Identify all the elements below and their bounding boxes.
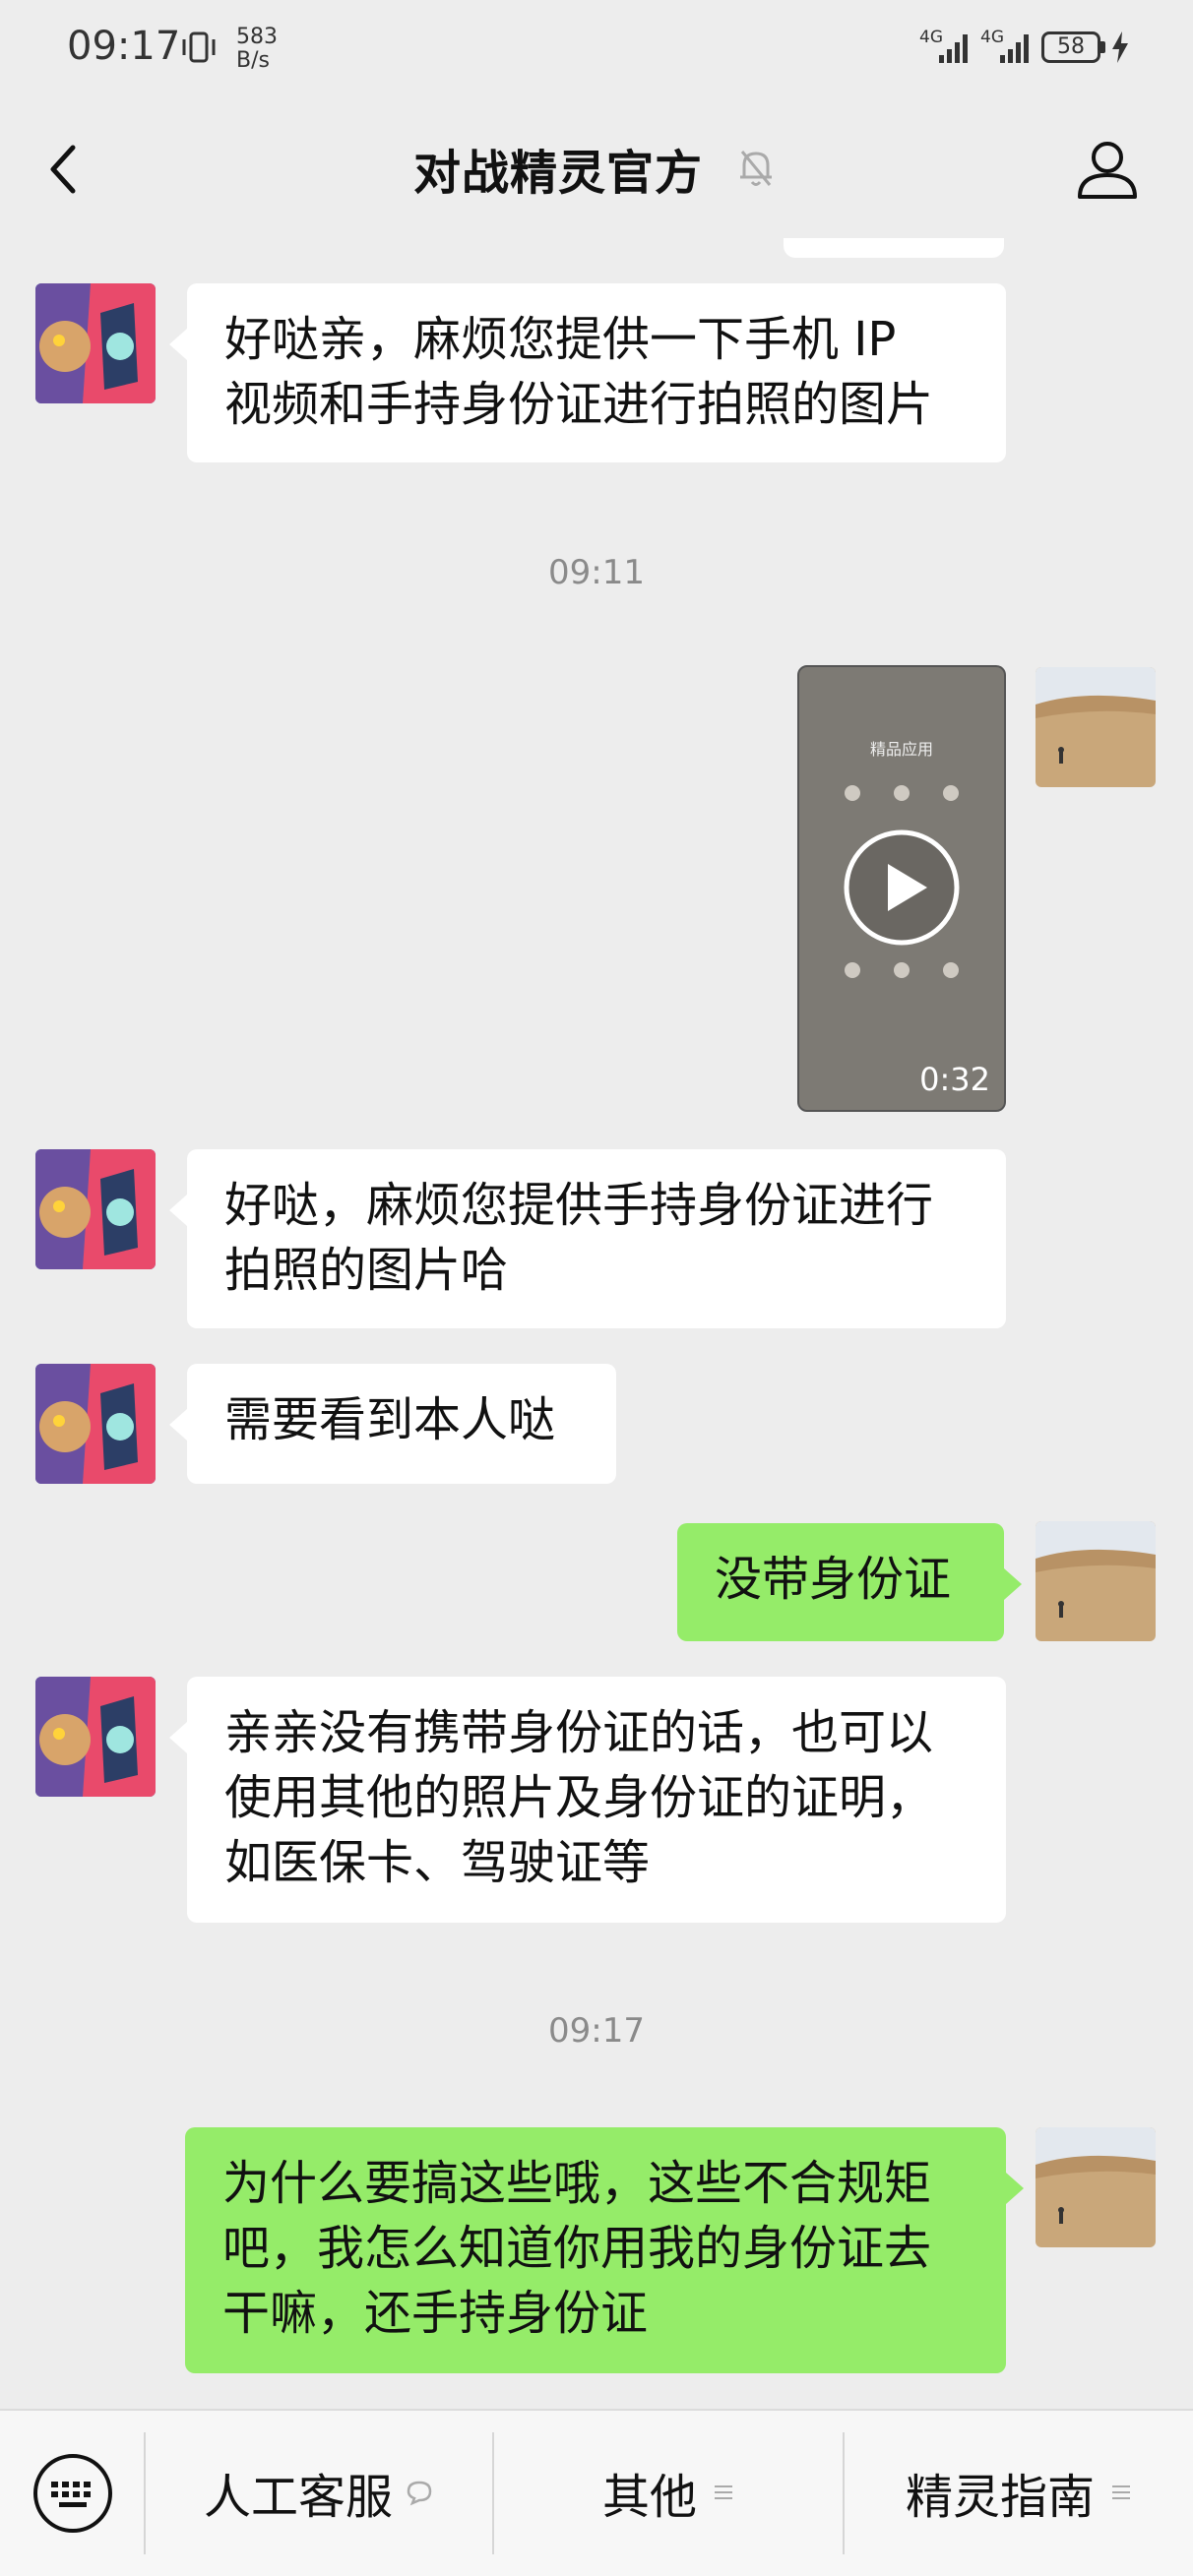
video-app-dot [845, 962, 860, 978]
menu-button-label: 人工客服 [203, 2470, 393, 2525]
chat-header: 对战精灵官方 [0, 98, 1193, 238]
avatar-me[interactable] [1036, 667, 1156, 787]
message-bubble-outgoing[interactable]: 为什么要搞这些哦，这些不合规矩 吧，我怎么知道你用我的身份证去 干嘛，还手持身份… [185, 2127, 1024, 2373]
video-app-dot [894, 785, 910, 801]
message-text-line: 为什么要搞这些哦，这些不合规矩 [222, 2156, 932, 2211]
video-app-dot [894, 962, 910, 978]
message-text-line: 拍照的图片哈 [224, 1243, 509, 1298]
video-app-dot [943, 962, 959, 978]
menu-button-label: 精灵指南 [905, 2470, 1095, 2525]
message-bubble-incoming[interactable]: 好哒，麻烦您提供手持身份证进行 拍照的图片哈 [169, 1149, 1006, 1328]
message-text-line: 没带身份证 [715, 1552, 952, 1607]
back-arrow-icon[interactable] [43, 140, 93, 199]
partial-message-card [784, 238, 1004, 258]
avatar-me[interactable] [1036, 2127, 1156, 2247]
menu-lines-icon [1112, 2485, 1130, 2499]
video-duration: 0:32 [919, 1061, 990, 1098]
play-icon[interactable] [841, 827, 963, 949]
avatar-me[interactable] [1036, 1521, 1156, 1641]
network-speed-unit: B/s [236, 48, 270, 73]
signal-2-icon: 4G [980, 28, 1036, 67]
avatar-official[interactable] [35, 283, 156, 403]
battery-tip [1100, 41, 1105, 53]
message-bubble-outgoing[interactable]: 没带身份证 [677, 1523, 1022, 1641]
battery-icon: 58 [1041, 31, 1100, 63]
menu-lines-icon [715, 2485, 732, 2499]
message-text-line: 亲亲没有携带身份证的话，也可以 [224, 1705, 934, 1760]
status-time: 09:17 [67, 24, 181, 69]
avatar-official[interactable] [35, 1149, 156, 1269]
speech-bubble-icon [407, 2481, 432, 2506]
signal-1-icon: 4G [919, 28, 974, 67]
message-list[interactable]: 好哒亲，麻烦您提供一下手机 IP 视频和手持身份证进行拍照的图片 09:11 精… [0, 238, 1193, 2409]
menu-button-other[interactable]: 其他 [494, 2411, 843, 2574]
timestamp: 09:11 [548, 553, 645, 592]
message-text-line: 如医保卡、驾驶证等 [224, 1835, 651, 1890]
message-text-line: 好哒，麻烦您提供手持身份证进行 [224, 1178, 934, 1233]
message-bubble-incoming[interactable]: 亲亲没有携带身份证的话，也可以 使用其他的照片及身份证的证明， 如医保卡、驾驶证… [169, 1677, 1006, 1923]
message-text-line: 需要看到本人哒 [224, 1392, 556, 1447]
message-text-line: 好哒亲，麻烦您提供一下手机 IP [224, 312, 897, 367]
status-bar: 09:17 583 B/s 4G 4G 58 [0, 0, 1193, 98]
profile-icon[interactable] [1075, 136, 1140, 201]
video-message[interactable]: 精品应用 0:32 [797, 665, 1006, 1112]
vibrate-icon [182, 31, 216, 63]
avatar-official[interactable] [35, 1677, 156, 1797]
menu-button-guide[interactable]: 精灵指南 [845, 2411, 1193, 2574]
message-bubble-incoming[interactable]: 好哒亲，麻烦您提供一下手机 IP 视频和手持身份证进行拍照的图片 [169, 283, 1006, 462]
menu-button-label: 其他 [601, 2470, 697, 2525]
message-bubble-incoming[interactable]: 需要看到本人哒 [169, 1364, 616, 1484]
message-text-line: 吧，我怎么知道你用我的身份证去 [222, 2221, 932, 2276]
keyboard-icon[interactable] [31, 2452, 114, 2535]
bottom-menu-bar: 人工客服 其他 精灵指南 [0, 2409, 1193, 2576]
video-app-dot [943, 785, 959, 801]
video-screen-title: 精品应用 [869, 740, 933, 759]
charging-bolt-icon [1112, 31, 1128, 63]
message-text-line: 使用其他的照片及身份证的证明， [224, 1770, 934, 1825]
network-speed-value: 583 [236, 25, 278, 49]
message-text-line: 干嘛，还手持身份证 [222, 2286, 649, 2341]
video-app-dot [845, 785, 860, 801]
timestamp: 09:17 [548, 2011, 645, 2051]
mute-bell-icon [740, 151, 772, 186]
message-text-line: 视频和手持身份证进行拍照的图片 [224, 377, 934, 432]
chat-title: 对战精灵官方 [413, 146, 704, 201]
network-speed: 583 B/s [236, 26, 278, 73]
avatar-official[interactable] [35, 1364, 156, 1484]
menu-button-human-service[interactable]: 人工客服 [146, 2411, 492, 2574]
